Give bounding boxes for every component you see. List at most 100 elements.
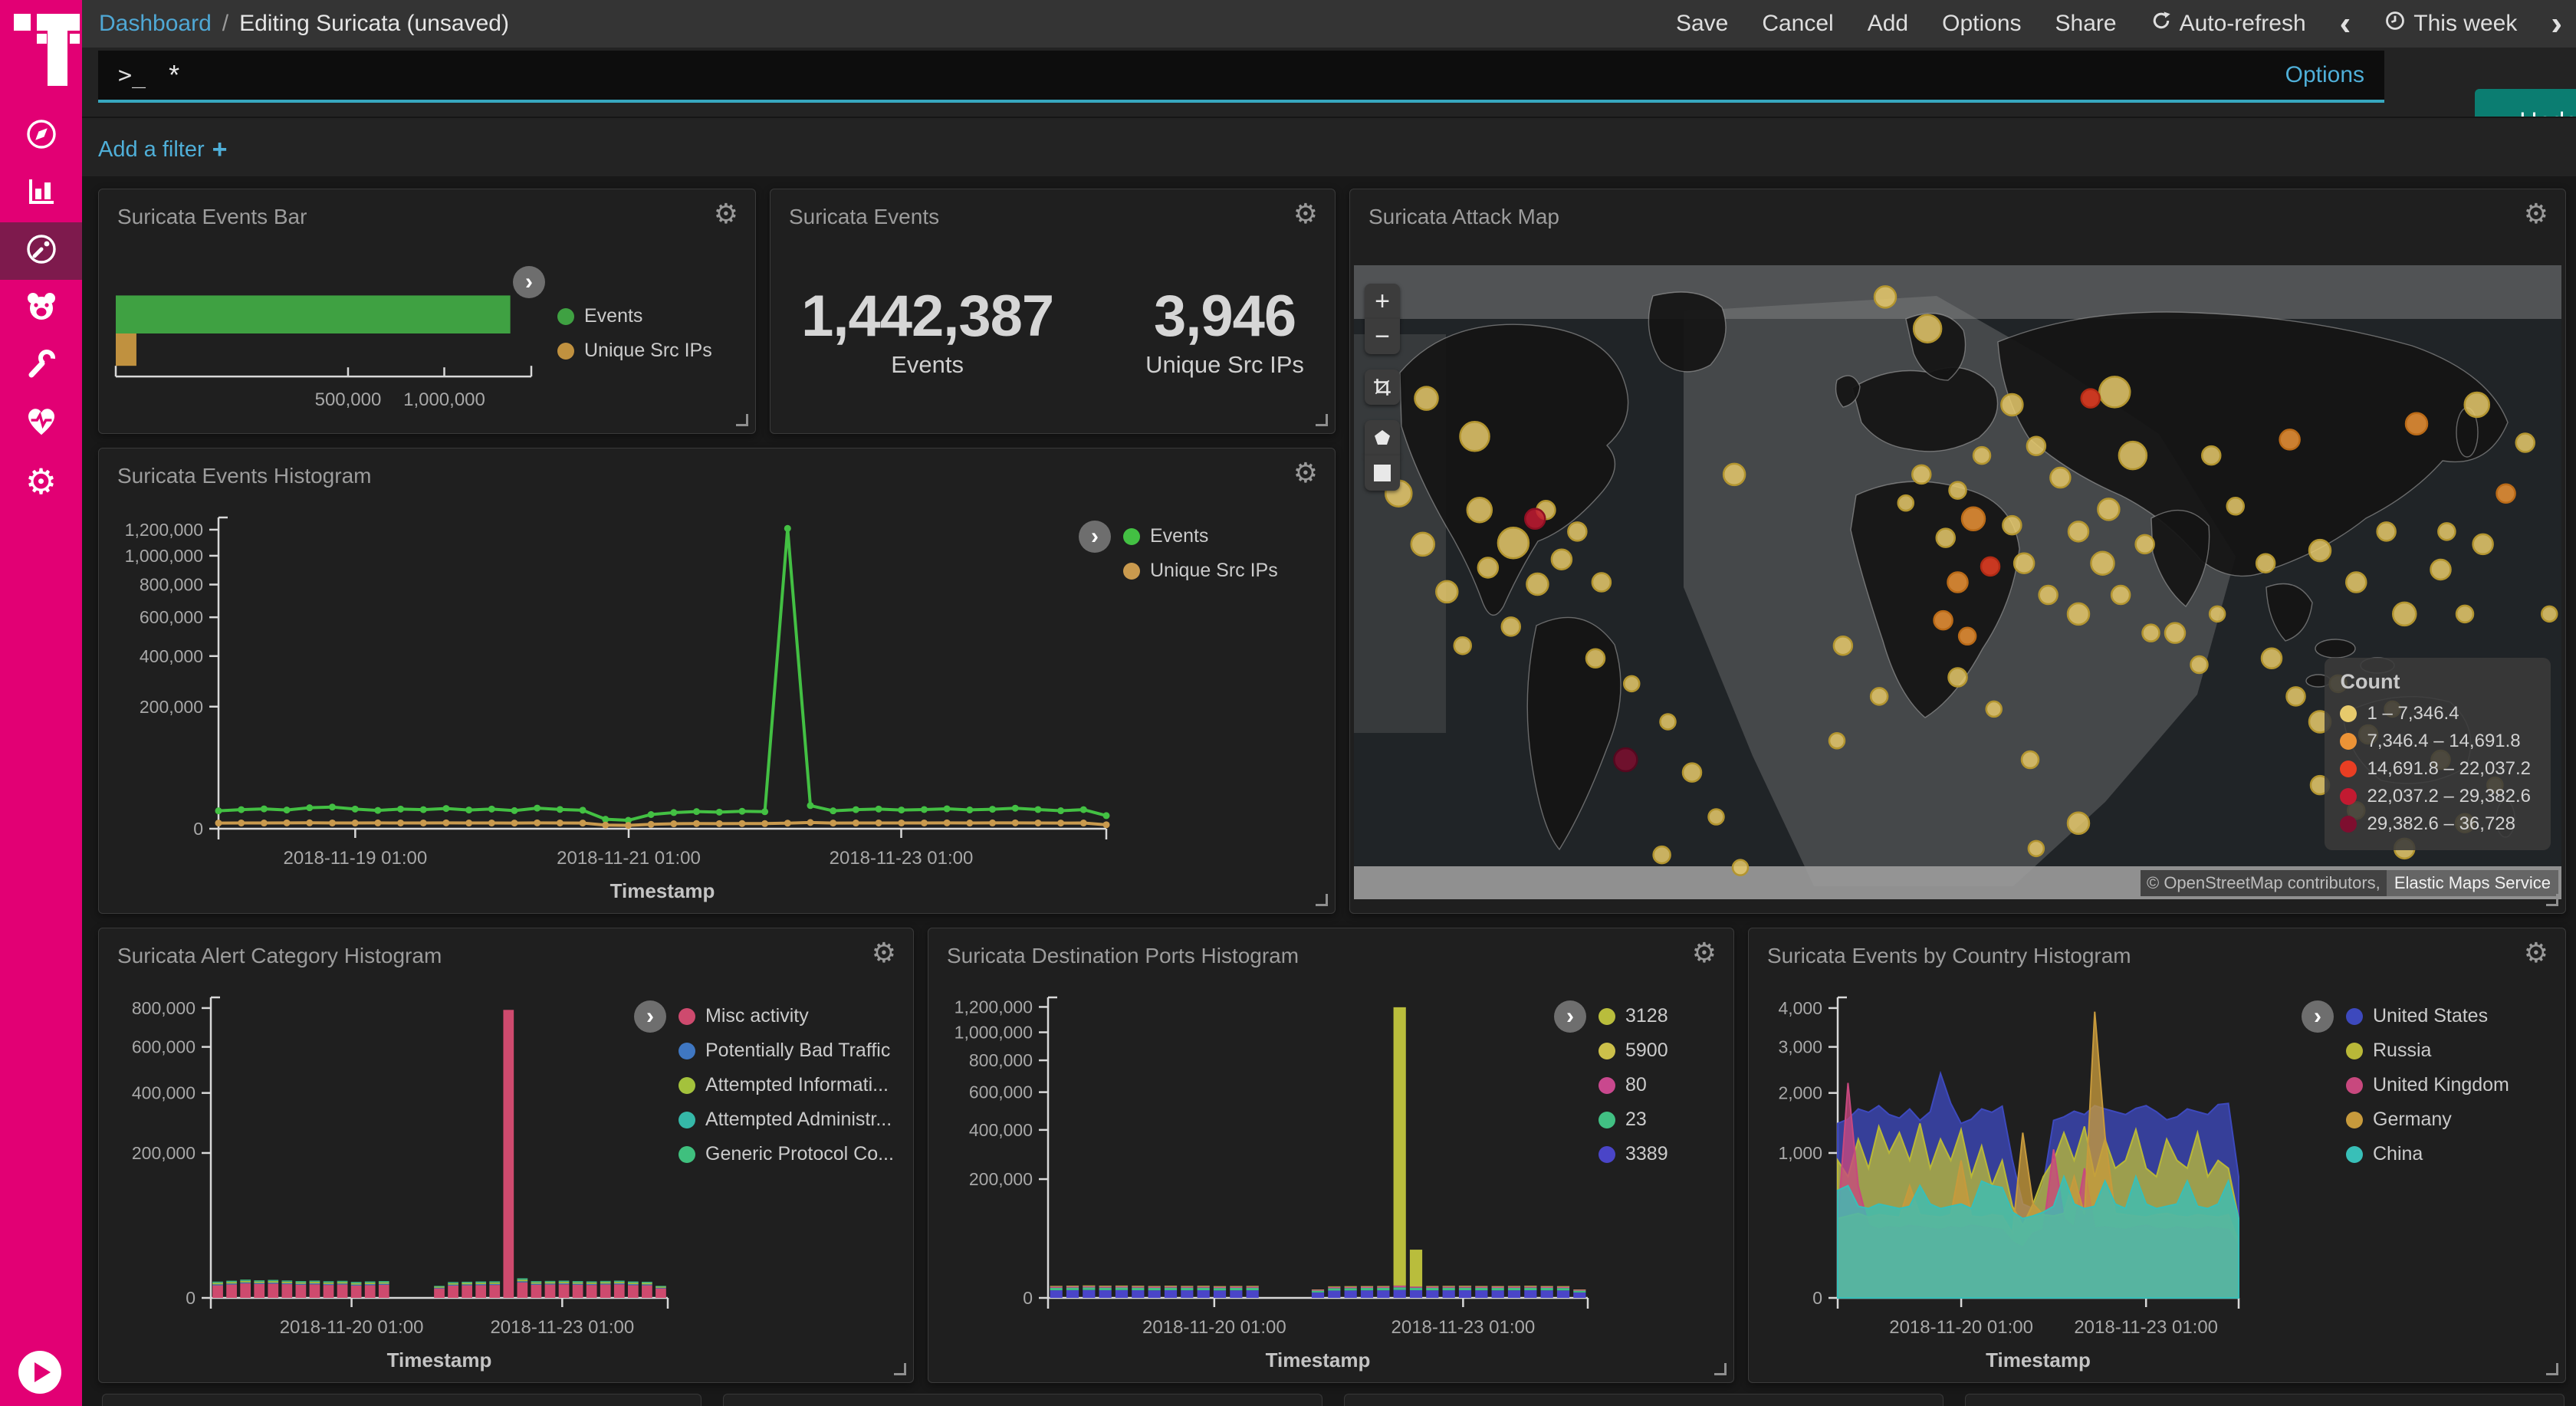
elastic-maps-attribution[interactable]: Elastic Maps Service (2387, 870, 2558, 896)
attack-map-dot[interactable] (2098, 498, 2119, 520)
attack-map-dot[interactable] (2406, 413, 2427, 435)
sidebar-item-monitoring[interactable] (0, 395, 82, 452)
attack-map-dot[interactable] (1436, 581, 1457, 603)
dest-ports-chart[interactable]: 0200,000400,000600,000800,0001,000,0001,… (933, 977, 1598, 1378)
legend-item[interactable]: 3128 (1598, 1005, 1729, 1027)
attack-map-dot[interactable] (1981, 557, 1999, 576)
panel-gear-icon[interactable]: ⚙ (2524, 939, 2548, 967)
time-prev-button[interactable]: ‹ (2340, 12, 2351, 35)
attack-map-dot[interactable] (2068, 603, 2089, 625)
attack-map-dot[interactable] (1834, 636, 1852, 655)
alert-category-chart[interactable]: 0200,000400,000600,000800,0002018-11-20 … (104, 977, 678, 1378)
attack-map-dot[interactable] (1614, 748, 1637, 771)
panel-resize-handle[interactable] (1316, 894, 1328, 906)
panel-title[interactable]: Suricata Events Bar (117, 205, 307, 229)
panel-gear-icon[interactable]: ⚙ (1293, 200, 1318, 228)
attack-map-dot[interactable] (1723, 464, 1745, 485)
attack-map-dot[interactable] (2014, 554, 2034, 573)
attack-map-dot[interactable] (1871, 688, 1888, 705)
attack-map-dot[interactable] (2438, 523, 2455, 540)
sidebar-item-discover[interactable] (0, 107, 82, 165)
attack-map-dot[interactable] (1498, 527, 1529, 558)
sidebar-collapse-button[interactable] (18, 1351, 61, 1394)
legend-item[interactable]: Unique Src IPs (1123, 560, 1330, 582)
legend-item[interactable]: Unique Src IPs (557, 340, 751, 362)
attack-map-dot[interactable] (1937, 529, 1955, 547)
legend-item[interactable]: United Kingdom (2346, 1074, 2561, 1096)
attack-map-dot[interactable] (1829, 733, 1845, 748)
sidebar-item-management[interactable]: ⚙ (0, 452, 82, 510)
attack-map-dot[interactable] (2029, 841, 2044, 856)
attack-map-dot[interactable] (2111, 586, 2130, 604)
map-draw-rectangle-button[interactable] (1365, 455, 1400, 491)
options-button[interactable]: Options (1942, 11, 2021, 37)
attack-map-dot[interactable] (2516, 434, 2535, 452)
add-filter-link[interactable]: Add a filter + (98, 135, 228, 165)
attack-map-dot[interactable] (1973, 447, 1990, 464)
attack-map-dot[interactable] (1586, 649, 1605, 668)
attack-map-dot[interactable] (2346, 573, 2366, 593)
attack-map-dot[interactable] (1661, 714, 1676, 729)
legend-item[interactable]: Germany (2346, 1109, 2561, 1131)
attack-map-dot[interactable] (2497, 485, 2515, 503)
attack-map-dot[interactable] (2202, 446, 2220, 465)
panel-title[interactable]: Suricata Alert Category Histogram (117, 944, 442, 968)
attack-map-dot[interactable] (2262, 649, 2282, 669)
panel-gear-icon[interactable]: ⚙ (1692, 939, 1717, 967)
attack-map-dot[interactable] (2027, 437, 2045, 455)
attack-map-dot[interactable] (2068, 521, 2088, 541)
attack-map-dot[interactable] (1986, 701, 2002, 717)
events-histogram-chart[interactable]: 0200,000400,000600,000800,0001,000,0001,… (104, 498, 1123, 908)
panel-gear-icon[interactable]: ⚙ (2524, 200, 2548, 228)
attack-map-dot[interactable] (1962, 508, 1985, 531)
breadcrumb-dashboard-link[interactable]: Dashboard (99, 11, 212, 37)
telekom-logo[interactable] (0, 0, 82, 100)
panel-resize-handle[interactable] (1316, 414, 1328, 426)
attack-map-dot[interactable] (2143, 625, 2160, 642)
attack-map-dot[interactable] (1949, 669, 1967, 687)
attack-map-dot[interactable] (2210, 606, 2225, 622)
attack-map-dot[interactable] (1460, 422, 1490, 451)
panel-title[interactable]: Suricata Events (789, 205, 939, 229)
attack-map-dot[interactable] (2119, 442, 2147, 469)
legend-item[interactable]: Generic Protocol Co... (678, 1143, 909, 1165)
legend-item[interactable]: Attempted Informati... (678, 1074, 909, 1096)
panel-resize-handle[interactable] (736, 414, 748, 426)
attack-map-dot[interactable] (2473, 534, 2493, 554)
attack-map-dot[interactable] (2165, 623, 2185, 643)
panel-resize-handle[interactable] (1714, 1363, 1727, 1375)
attack-map-dot[interactable] (2465, 393, 2489, 417)
attack-map-dot[interactable] (2431, 560, 2451, 580)
attack-map-dot[interactable] (2280, 429, 2300, 449)
world-map[interactable]: + − Count 1 – 7,346.47,346.4 – 14,691.81… (1354, 265, 2561, 899)
legend-toggle-icon[interactable]: › (513, 266, 545, 298)
attack-map-dot[interactable] (2377, 522, 2396, 540)
attack-map-dot[interactable] (2227, 498, 2244, 514)
attack-map-dot[interactable] (1948, 573, 1968, 593)
share-button[interactable]: Share (2055, 11, 2117, 37)
panel-title[interactable]: Suricata Events by Country Histogram (1767, 944, 2131, 968)
legend-item[interactable]: 5900 (1598, 1040, 1729, 1062)
attack-map-dot[interactable] (2082, 389, 2100, 408)
attack-map-dot[interactable] (1875, 286, 1896, 307)
legend-item[interactable]: Attempted Administr... (678, 1109, 909, 1131)
legend-item[interactable]: 3389 (1598, 1143, 1729, 1165)
attack-map-dot[interactable] (1733, 860, 1748, 875)
attack-map-dot[interactable] (1411, 533, 1434, 556)
legend-item[interactable]: Potentially Bad Traffic (678, 1040, 909, 1062)
country-chart[interactable]: 01,0002,0003,0004,0002018-11-20 01:00201… (1753, 977, 2346, 1378)
legend-toggle-icon[interactable]: › (1079, 521, 1111, 553)
map-zoom-out-button[interactable]: − (1365, 319, 1400, 354)
legend-item[interactable]: Russia (2346, 1040, 2561, 1062)
add-button[interactable]: Add (1868, 11, 1908, 37)
attack-map-dot[interactable] (2136, 535, 2154, 554)
attack-map-dot[interactable] (2191, 656, 2208, 673)
osm-attribution[interactable]: © OpenStreetMap contributors, (2141, 870, 2387, 896)
legend-toggle-icon[interactable]: › (634, 1000, 666, 1033)
panel-gear-icon[interactable]: ⚙ (1293, 459, 1318, 487)
attack-map-dot[interactable] (2068, 813, 2089, 834)
legend-item[interactable]: Events (1123, 525, 1330, 547)
panel-gear-icon[interactable]: ⚙ (872, 939, 896, 967)
legend-item[interactable]: United States (2346, 1005, 2561, 1027)
legend-item[interactable]: 23 (1598, 1109, 1729, 1131)
